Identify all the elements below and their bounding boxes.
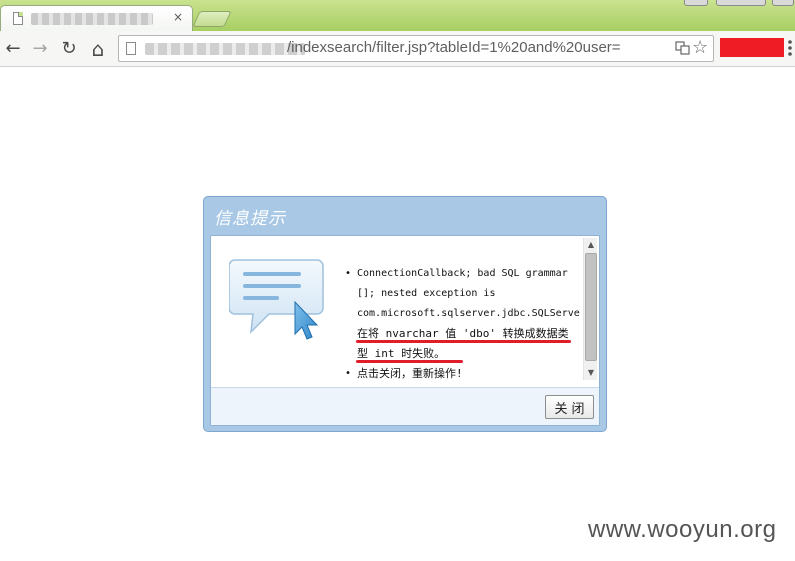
message-line: com.microsoft.sqlserver.jdbc.SQLServerEx… [357, 308, 581, 319]
info-dialog: 信息提示 • ConnectionCallback; bad SQL gramm… [203, 196, 607, 432]
translate-icon[interactable] [675, 40, 690, 55]
highlight-underline [356, 340, 571, 343]
message-hint: 点击关闭，重新操作! [341, 364, 581, 384]
forward-arrow-icon[interactable]: → [29, 38, 51, 60]
message-error: ConnectionCallback; bad SQL grammar []; … [341, 264, 581, 364]
maximize-button[interactable] [716, 0, 766, 6]
reload-icon[interactable]: ↻ [58, 38, 80, 60]
tab-close-icon[interactable]: × [173, 10, 183, 24]
scroll-thumb[interactable] [585, 253, 597, 361]
tab-active[interactable]: × [0, 5, 193, 32]
scroll-down-arrow-icon[interactable]: ▼ [584, 366, 598, 380]
message-area: ConnectionCallback; bad SQL grammar []; … [341, 264, 581, 388]
dialog-title: 信息提示 [214, 209, 286, 229]
highlight-underline [356, 360, 463, 363]
url-text[interactable]: /indexsearch/filter.jsp?tableId=1%20and%… [287, 39, 667, 56]
bookmark-star-icon[interactable]: ☆ [692, 36, 708, 60]
dialog-body: ConnectionCallback; bad SQL grammar []; … [210, 235, 600, 426]
scroll-up-arrow-icon[interactable]: ▲ [584, 238, 598, 252]
dialog-footer: 关闭 [211, 387, 599, 425]
watermark: www.wooyun.org [588, 516, 777, 543]
url-host-redacted [145, 43, 305, 55]
menu-icon[interactable] [787, 39, 793, 59]
extension-button[interactable] [720, 38, 784, 57]
tab-strip: × [0, 0, 795, 32]
back-arrow-icon[interactable]: ← [2, 38, 24, 60]
message-line: ConnectionCallback; bad SQL grammar [357, 268, 568, 279]
minimize-button[interactable] [684, 0, 708, 6]
address-bar[interactable]: /indexsearch/filter.jsp?tableId=1%20and%… [118, 35, 714, 62]
close-button[interactable]: 关闭 [545, 395, 594, 419]
page-icon [126, 42, 136, 55]
message-scrollbar[interactable]: ▲ ▼ [583, 238, 597, 380]
browser-toolbar: ← → ↻ ⌂ /indexsearch/filter.jsp?tableId=… [0, 31, 795, 67]
home-icon[interactable]: ⌂ [87, 38, 109, 60]
browser-window: × ← → ↻ ⌂ /indexsearch/filter.jsp?tableI… [0, 0, 795, 561]
message-bubble-icon [229, 259, 324, 340]
message-line: 点击关闭，重新操作! [357, 367, 463, 380]
tab-title-redacted [31, 13, 153, 25]
page-icon [13, 12, 23, 25]
new-tab-button[interactable] [192, 11, 232, 27]
message-line: []; nested exception is [357, 288, 496, 299]
window-close-button[interactable] [772, 0, 794, 6]
